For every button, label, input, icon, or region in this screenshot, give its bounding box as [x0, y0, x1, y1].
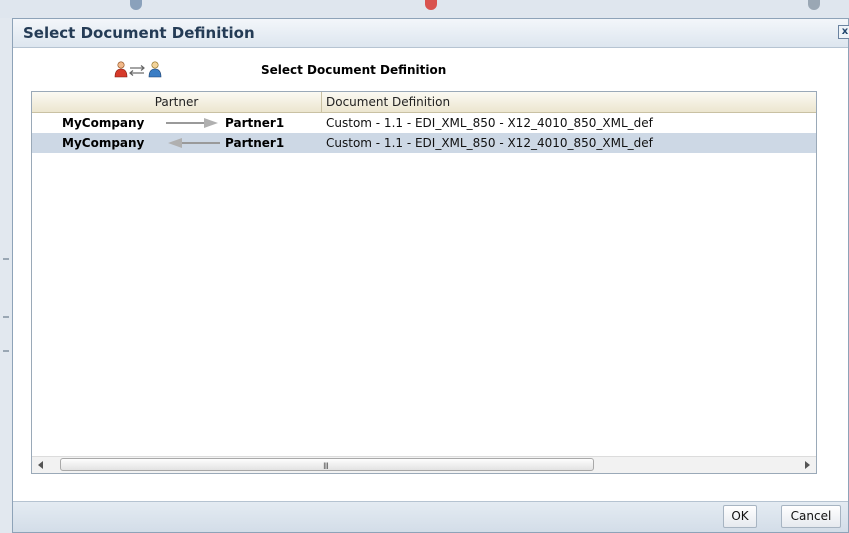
select-document-definition-dialog: Select Document Definition x Select Docu…	[12, 18, 849, 533]
from-partner: MyCompany	[62, 136, 145, 150]
close-icon: x	[841, 26, 849, 37]
dialog-header: Select Document Definition	[13, 59, 849, 81]
background-element	[3, 258, 9, 260]
background-element	[3, 316, 9, 318]
section-title: Select Document Definition	[261, 63, 447, 77]
table-header: Partner Document Definition	[32, 92, 816, 113]
background-element	[425, 0, 437, 10]
right-arrow-icon	[166, 118, 218, 128]
from-partner: MyCompany	[62, 116, 145, 130]
document-definition-cell: Custom - 1.1 - EDI_XML_850 - X12_4010_85…	[326, 116, 653, 130]
column-header-partner[interactable]: Partner	[32, 92, 322, 112]
scroll-right-icon[interactable]	[805, 461, 810, 469]
scroll-left-icon[interactable]	[38, 461, 43, 469]
cancel-button[interactable]: Cancel	[781, 505, 841, 528]
document-definition-table: Partner Document Definition MyCompany Pa…	[31, 91, 817, 474]
to-partner: Partner1	[225, 116, 285, 130]
to-partner: Partner1	[225, 136, 285, 150]
background-element	[3, 350, 9, 352]
scrollbar-thumb[interactable]: III	[60, 458, 594, 472]
partner-exchange-icon	[114, 61, 162, 78]
background-app-strip	[0, 0, 849, 18]
horizontal-scrollbar[interactable]: III	[32, 456, 816, 473]
background-element	[130, 0, 142, 10]
document-definition-cell: Custom - 1.1 - EDI_XML_850 - X12_4010_85…	[326, 136, 653, 150]
left-arrow-icon	[168, 138, 220, 148]
background-element	[808, 0, 820, 10]
scrollbar-grip: III	[323, 462, 329, 472]
table-row[interactable]: MyCompany Partner1 Custom - 1.1 - EDI_XM…	[32, 113, 816, 133]
close-button[interactable]: x	[838, 25, 849, 39]
ok-button[interactable]: OK	[723, 505, 757, 528]
dialog-title: Select Document Definition	[23, 24, 255, 42]
column-header-document-definition[interactable]: Document Definition	[326, 92, 450, 112]
table-row[interactable]: MyCompany Partner1 Custom - 1.1 - EDI_XM…	[32, 133, 816, 153]
dialog-titlebar[interactable]: Select Document Definition x	[13, 19, 849, 48]
dialog-footer: OK Cancel	[13, 501, 848, 532]
